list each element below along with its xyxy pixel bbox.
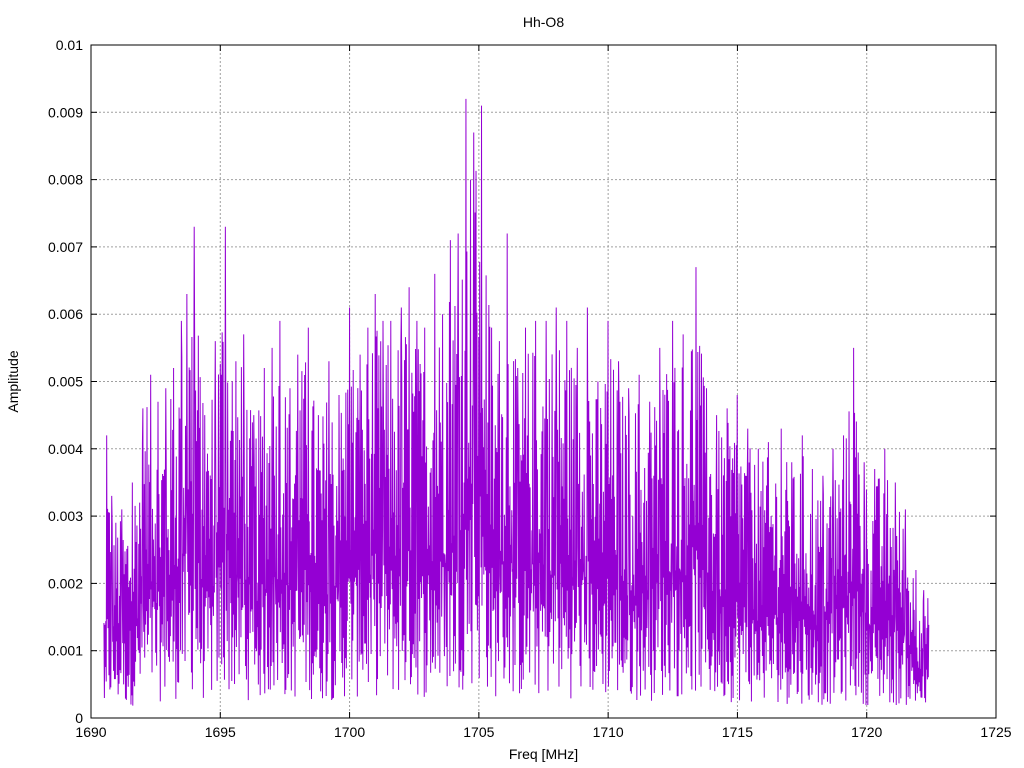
y-tick-label: 0.003: [48, 508, 83, 524]
y-tick-label: 0.005: [48, 374, 83, 390]
x-tick-label: 1725: [980, 724, 1011, 740]
x-tick-label: 1700: [334, 724, 365, 740]
y-tick-label: 0.002: [48, 575, 83, 591]
amplitude-frequency-chart: 1690 1695 1700 1705 1710 1715 1720 1725 0 0.001 0.…: [5, 14, 1012, 762]
x-tick-label: 1720: [851, 724, 882, 740]
chart-title: Hh-O8: [523, 14, 564, 30]
y-tick-label: 0.007: [48, 239, 83, 255]
y-tick-label: 0.01: [56, 37, 83, 53]
y-tick-label: 0.006: [48, 306, 83, 322]
y-tick-label: 0.001: [48, 643, 83, 659]
x-tick-label: 1710: [593, 724, 624, 740]
x-tick-label: 1695: [205, 724, 236, 740]
y-tick-label: 0: [75, 710, 83, 726]
y-tick-label: 0.008: [48, 172, 83, 188]
y-axis-label: Amplitude: [5, 350, 21, 412]
chart-container: 1690 1695 1700 1705 1710 1715 1720 1725 0 0.001 0.…: [0, 0, 1024, 768]
x-tick-label: 1715: [722, 724, 753, 740]
data-layer: [103, 98, 930, 706]
y-tick-label: 0.004: [48, 441, 83, 457]
y-tick-label: 0.009: [48, 104, 83, 120]
x-tick-label: 1705: [463, 724, 494, 740]
x-axis-label: Freq [MHz]: [509, 746, 578, 762]
series-line-amplitude: [103, 98, 930, 706]
x-tick-label: 1690: [75, 724, 106, 740]
